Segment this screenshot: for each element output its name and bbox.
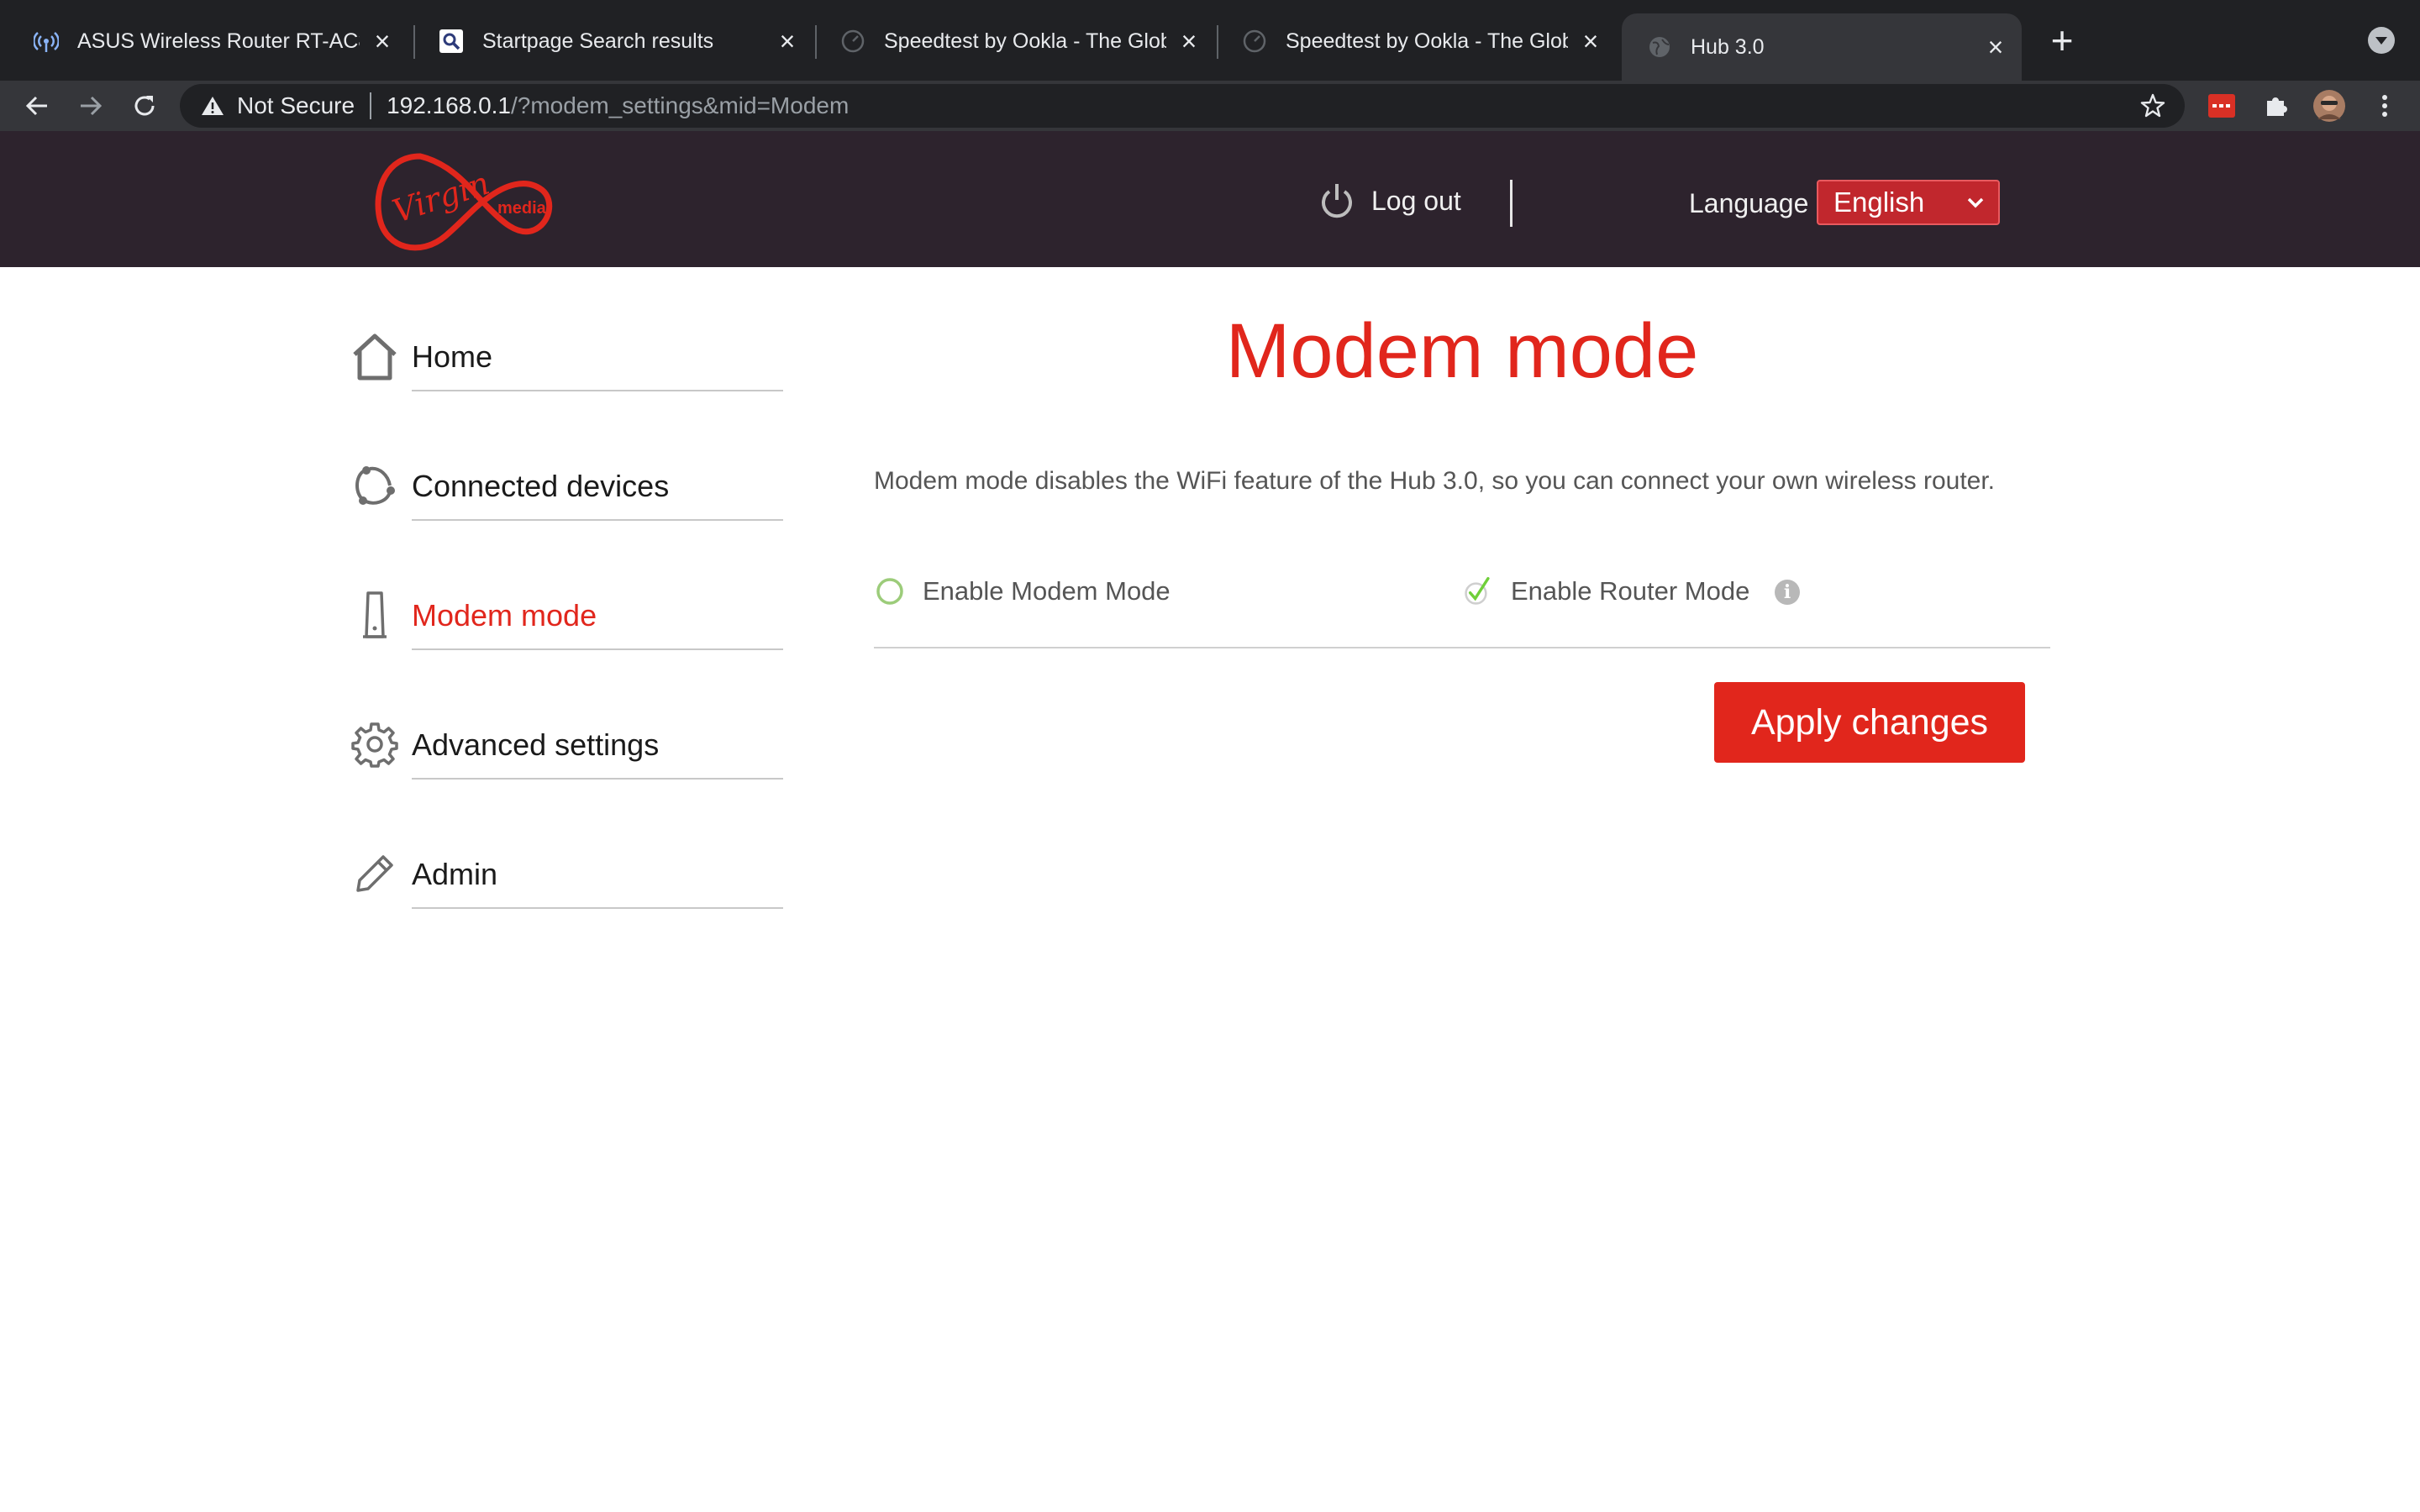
modem-icon [345,585,405,645]
power-icon [1322,184,1352,218]
speedometer-icon [840,29,865,54]
language-select[interactable]: English [1817,180,2000,225]
tab-title: Startpage Search results [482,29,714,53]
back-arrow-icon [25,96,47,116]
house-icon [345,326,405,386]
modem-mode-description: Modem mode disables the WiFi feature of … [874,467,1996,495]
tab-startpage[interactable]: Startpage Search results × [413,8,813,74]
warning-triangle-icon [200,93,225,118]
apply-changes-button[interactable]: Apply changes [1714,682,2025,763]
new-tab-button[interactable]: + [2044,21,2081,60]
sidebar-item-admin[interactable]: Admin [345,843,783,944]
url-host: 192.168.0.1 [387,92,511,118]
back-button[interactable] [18,87,55,124]
startpage-icon [439,29,464,54]
sidebar-divider [412,519,783,521]
bookmark-star-icon[interactable] [2139,92,2166,119]
browser-menu-button[interactable] [2368,89,2402,123]
profile-avatar[interactable] [2312,89,2346,123]
sidebar-divider [412,907,783,909]
logout-button[interactable]: Log out [1319,181,1461,220]
reload-icon [134,96,155,116]
omnibox-divider [370,92,372,119]
security-status[interactable]: Not Secure [237,92,355,119]
sidebar-item-home[interactable]: Home [345,326,783,427]
speedometer-icon [1242,29,1267,54]
sidebar-item-label: Admin [412,857,498,891]
tab-title: ASUS Wireless Router RT-AC8 [77,29,360,53]
tab-hub[interactable]: Hub 3.0 × [1622,13,2022,81]
option-label: Enable Modem Mode [923,576,1171,606]
url-path: /?modem_settings&mid=Modem [511,92,850,118]
tab-speedtest-1[interactable]: Speedtest by Ookla - The Glob × [815,8,1215,74]
kebab-menu-icon [2382,95,2387,117]
tab-title: Speedtest by Ookla - The Glob [1286,29,1568,53]
tab-close-icon[interactable]: × [1578,28,1603,55]
enable-router-mode-radio[interactable]: Enable Router Mode [1464,576,1749,606]
reload-button[interactable] [126,87,163,124]
tab-close-icon[interactable]: × [1983,34,2008,60]
svg-text:media: media [497,199,547,218]
sidebar-divider [412,390,783,391]
puzzle-icon [2267,97,2287,116]
page-title: Modem mode [1225,308,1699,394]
tab-search-icon[interactable] [2368,27,2395,54]
pencil-icon [345,843,405,904]
wifi-broadcast-icon [34,29,59,54]
browser-tab-strip: ASUS Wireless Router RT-AC8 × Startpage … [0,0,2420,81]
tab-title: Hub 3.0 [1691,34,1765,59]
sidebar-item-label: Connected devices [412,469,670,503]
site-header: Virgin media Log out Language English [0,131,2420,267]
avatar-icon [2313,90,2345,122]
globe-icon [1647,34,1672,60]
header-divider [1510,180,1512,227]
tab-asus-router[interactable]: ASUS Wireless Router RT-AC8 × [8,8,408,74]
enable-modem-mode-radio[interactable]: Enable Modem Mode [876,576,1171,606]
browser-toolbar: Not Secure 192.168.0.1/?modem_settings&m… [0,81,2420,131]
radio-unchecked-icon [876,577,904,606]
sidebar-item-advanced-settings[interactable]: Advanced settings [345,714,783,815]
radio-checked-icon [1464,577,1492,606]
forward-button[interactable] [72,87,109,124]
tab-title: Speedtest by Ookla - The Glob [884,29,1166,53]
sidebar-divider [412,648,783,650]
sidebar-item-label: Advanced settings [412,727,660,762]
forward-arrow-icon [81,96,103,116]
content-divider [874,647,2050,648]
sidebar-divider [412,778,783,780]
gear-icon [345,714,405,774]
language-value: English [1833,186,1925,218]
address-bar[interactable]: Not Secure 192.168.0.1/?modem_settings&m… [180,84,2185,128]
option-label: Enable Router Mode [1511,576,1750,606]
virgin-media-logo[interactable]: Virgin media [370,139,558,260]
sidebar-item-label: Modem mode [412,598,597,633]
sidebar-item-label: Home [412,339,493,374]
tab-close-icon[interactable]: × [1176,28,1202,55]
svg-text:Virgin: Virgin [388,165,494,230]
extension-badge-icon [2208,94,2235,118]
info-icon[interactable]: i [1775,580,1800,605]
tab-close-icon[interactable]: × [775,28,800,55]
devices-icon [345,455,405,516]
tab-close-icon[interactable]: × [370,28,395,55]
sidebar-item-modem-mode[interactable]: Modem mode [345,585,783,685]
language-label: Language [1689,188,1809,218]
tab-speedtest-2[interactable]: Speedtest by Ookla - The Glob × [1217,8,1617,74]
extension-red-button[interactable] [2205,89,2238,123]
extensions-button[interactable] [2259,89,2292,123]
logout-label: Log out [1371,185,1461,216]
chevron-down-icon [1967,197,1984,208]
sidebar-item-connected-devices[interactable]: Connected devices [345,455,783,556]
